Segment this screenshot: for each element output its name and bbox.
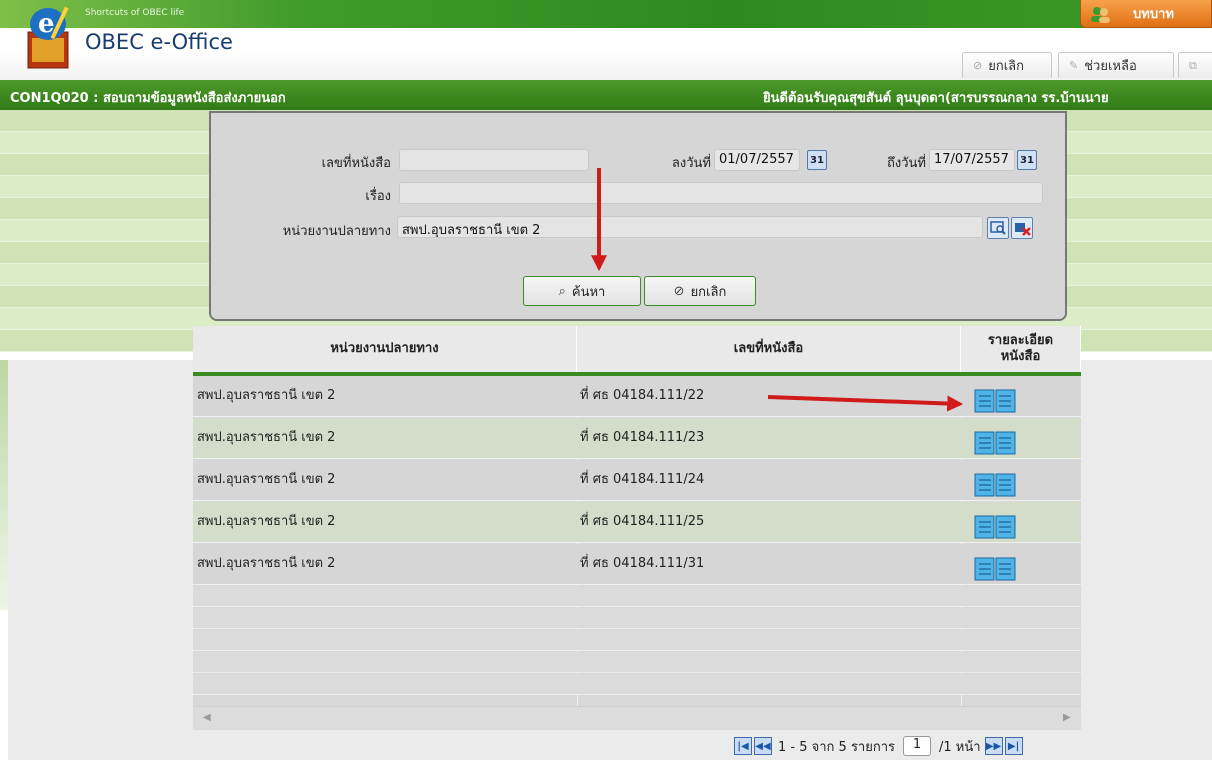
pager-total: /1 หน้า (939, 739, 981, 755)
pager-range: 1 - 5 จาก 5 รายการ (778, 739, 896, 755)
book-detail-icon[interactable] (974, 430, 1016, 456)
table-row[interactable]: สพป.อุบลราชธานี เขต 2 ที่ ศธ 04184.111/24 (193, 460, 1081, 501)
app-name: OBEC e-Office (85, 30, 233, 54)
book-detail-icon[interactable] (974, 472, 1016, 498)
empty-table-row (193, 652, 1081, 673)
cell-doc-no: ที่ ศธ 04184.111/31 (580, 556, 705, 571)
lookup-search-icon[interactable] (987, 217, 1009, 239)
horizontal-scrollbar[interactable]: ◀ ▶ (193, 706, 1081, 730)
cell-doc-no: ที่ ศธ 04184.111/22 (580, 388, 705, 403)
scroll-left-icon[interactable]: ◀ (203, 712, 211, 723)
title-bar: CON1Q020 : สอบถามข้อมูลหนังสือส่งภายนอก … (0, 80, 1212, 110)
empty-table-row (193, 608, 1081, 629)
date-to-input[interactable]: 17/07/2557 (929, 149, 1015, 171)
cell-dest: สพป.อุบลราชธานี เขต 2 (197, 514, 336, 529)
empty-table-row (193, 586, 1081, 607)
cell-dest: สพป.อุบลราชธานี เขต 2 (197, 430, 336, 445)
welcome-text: ยินดีต้อนรับคุณสุขสันต์ ลุนบุดดา(สารบรรณ… (763, 91, 1109, 106)
wrench-icon: ✎ (1069, 59, 1079, 72)
book-detail-icon[interactable] (974, 556, 1016, 582)
col-header-detail-line1: รายละเอียด (987, 333, 1054, 348)
empty-table-row (193, 630, 1081, 651)
book-detail-icon[interactable] (974, 388, 1016, 414)
first-page-icon[interactable]: |◀ (734, 737, 752, 755)
cell-dest: สพป.อุบลราชธานี เขต 2 (197, 556, 336, 571)
prev-page-icon[interactable]: ◀◀ (754, 737, 772, 755)
date-to-label: ถึงวันที่ (887, 156, 926, 171)
cancel-icon: ⊘ (973, 59, 983, 72)
cell-doc-no: ที่ ศธ 04184.111/23 (580, 430, 705, 445)
last-page-icon[interactable]: ▶| (1004, 737, 1023, 755)
cell-dest: สพป.อุบลราชธานี เขต 2 (197, 472, 336, 487)
cancel-button[interactable]: ⊘ ยกเลิก (644, 276, 756, 306)
book-detail-icon[interactable] (974, 514, 1016, 540)
cell-doc-no: ที่ ศธ 04184.111/24 (580, 472, 705, 487)
users-icon (1091, 6, 1110, 23)
pager: |◀ ◀◀ 1 - 5 จาก 5 รายการ 1 /1 หน้า ▶▶ ▶| (734, 734, 1025, 758)
table-row[interactable]: สพป.อุบลราชธานี เขต 2 ที่ ศธ 04184.111/23 (193, 418, 1081, 459)
search-button-label: ค้นหา (571, 284, 606, 300)
dest-label: หน่วยงานปลายทาง (282, 224, 391, 239)
date-from-label: ลงวันที่ (671, 156, 711, 171)
doc-no-label: เลขที่หนังสือ (321, 156, 391, 171)
obec-logo-icon: e (27, 6, 69, 69)
table-row[interactable]: สพป.อุบลราชธานี เขต 2 ที่ ศธ 04184.111/22 (193, 376, 1081, 417)
role-tab[interactable]: บทบาท (1080, 0, 1212, 28)
col-header-detail[interactable]: รายละเอียด หนังสือ (961, 326, 1081, 372)
col-header-dest[interactable]: หน่วยงานปลายทาง (193, 326, 577, 372)
page-number-input[interactable]: 1 (903, 736, 932, 756)
top-help-label: ช่วยเหลือ (1084, 59, 1137, 74)
date-to-calendar-icon[interactable]: 31 (1017, 150, 1037, 170)
cell-doc-no: ที่ ศธ 04184.111/25 (580, 514, 705, 529)
table-row[interactable]: สพป.อุบลราชธานี เขต 2 ที่ ศธ 04184.111/25 (193, 502, 1081, 543)
empty-table-row (193, 674, 1081, 695)
magnifier-icon: ⌕ (558, 283, 566, 299)
cell-dest: สพป.อุบลราชธานี เขต 2 (197, 388, 336, 403)
window-icon: ⧉ (1189, 58, 1197, 72)
clear-lookup-icon[interactable] (1011, 217, 1033, 239)
table-row[interactable]: สพป.อุบลราชธานี เขต 2 ที่ ศธ 04184.111/31 (193, 544, 1081, 585)
table-header: หน่วยงานปลายทาง เลขที่หนังสือ รายละเอียด… (193, 326, 1081, 376)
doc-no-input[interactable] (399, 149, 589, 171)
search-button[interactable]: ⌕ ค้นหา (523, 276, 641, 306)
col-header-doc-no[interactable]: เลขที่หนังสือ (577, 326, 961, 372)
top-help-button[interactable]: ✎ ช่วยเหลือ (1058, 52, 1174, 78)
cancel-icon: ⊘ (673, 283, 685, 299)
dest-input[interactable]: สพป.อุบลราชธานี เขต 2 (397, 216, 983, 238)
results-table: หน่วยงานปลายทาง เลขที่หนังสือ รายละเอียด… (193, 326, 1081, 730)
top-extra-button[interactable]: ⧉ (1178, 52, 1212, 78)
col-header-detail-line2: หนังสือ (1000, 349, 1041, 364)
cancel-button-label: ยกเลิก (690, 284, 727, 300)
top-cancel-label: ยกเลิก (988, 59, 1024, 74)
top-cancel-button[interactable]: ⊘ ยกเลิก (962, 52, 1052, 78)
subject-label: เรื่อง (365, 189, 391, 204)
app-header: e Shortcuts of OBEC life OBEC e-Office บ… (0, 0, 1212, 80)
date-from-input[interactable]: 01/07/2557 (714, 149, 800, 171)
subject-input[interactable] (399, 182, 1043, 204)
search-panel: เลขที่หนังสือ ลงวันที่ 01/07/2557 31 ถึง… (209, 111, 1067, 321)
screen-title: CON1Q020 : สอบถามข้อมูลหนังสือส่งภายนอก (10, 91, 286, 106)
scroll-right-icon[interactable]: ▶ (1063, 712, 1071, 723)
left-edge-decoration (0, 360, 8, 610)
app-tagline: Shortcuts of OBEC life (85, 8, 185, 18)
role-tab-label: บทบาท (1133, 7, 1174, 22)
date-from-calendar-icon[interactable]: 31 (807, 150, 827, 170)
next-page-icon[interactable]: ▶▶ (984, 737, 1003, 755)
